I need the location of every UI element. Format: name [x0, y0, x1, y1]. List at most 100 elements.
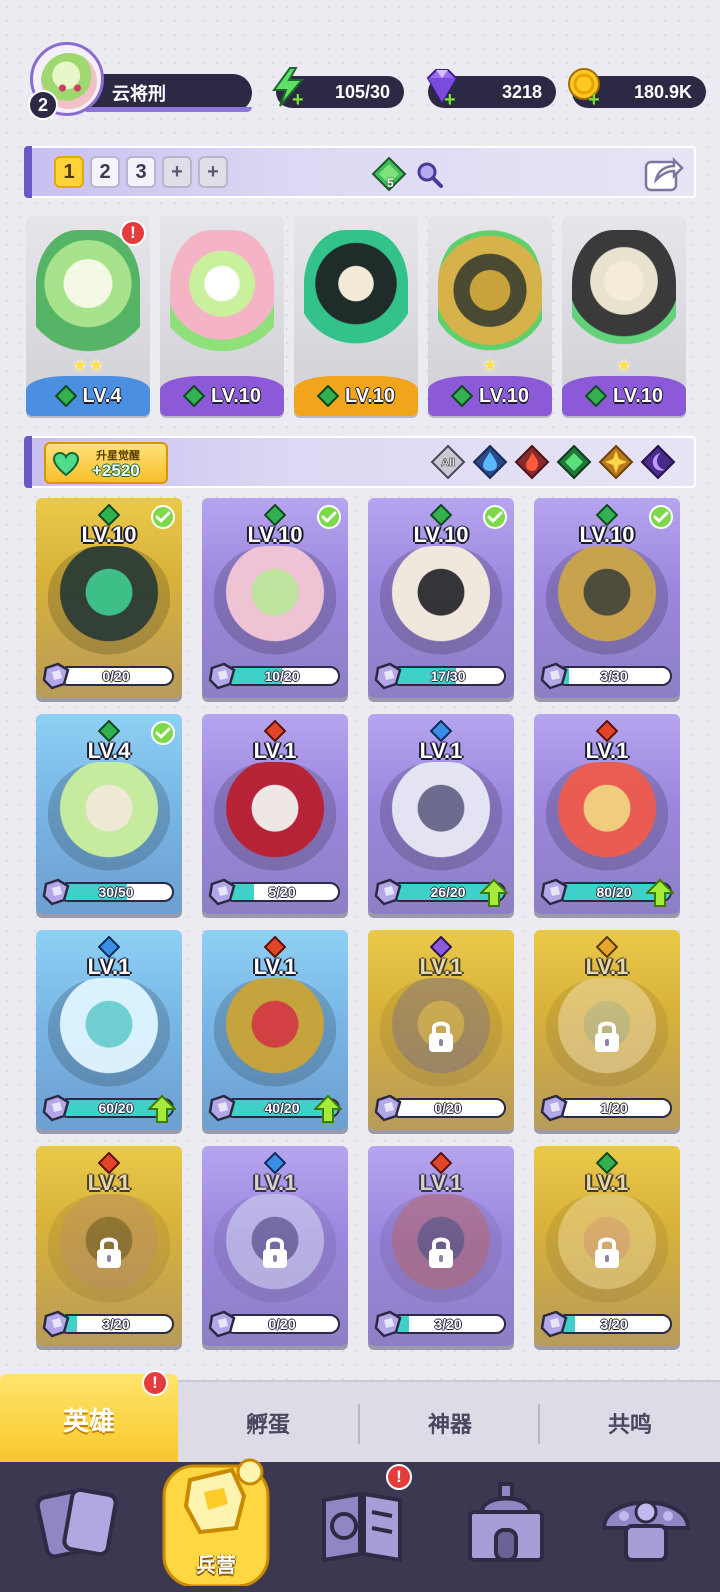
hero-card[interactable]: LV.4 30/50	[36, 714, 182, 914]
filter-water-icon[interactable]	[472, 444, 508, 480]
gold-plus-icon[interactable]: +	[588, 90, 604, 110]
shard-progress-bar: 1/20	[556, 1098, 672, 1118]
team-tab-2[interactable]: 2	[90, 156, 120, 188]
hero-card[interactable]: LV.1 60/20	[36, 930, 182, 1130]
check-icon	[317, 505, 341, 529]
filter-light-icon[interactable]	[598, 444, 634, 480]
lineup-slot-5[interactable]: ★ LV.10	[562, 216, 686, 416]
shard-icon	[208, 1310, 236, 1338]
hero-card[interactable]: LV.1 3/20	[36, 1146, 182, 1346]
map-alert-badge: !	[386, 1464, 412, 1490]
team-add-button-2[interactable]: +	[198, 156, 228, 188]
shard-count: 30/50	[98, 884, 134, 900]
nav-mushroom-house[interactable]	[596, 1472, 696, 1572]
hero-portrait	[36, 230, 140, 364]
tab-artifacts[interactable]: 神器	[360, 1382, 540, 1464]
upgrade-arrow-icon[interactable]	[646, 878, 674, 908]
filter-dark-icon[interactable]	[640, 444, 676, 480]
lineup-level: LV.10	[344, 384, 396, 407]
hero-card[interactable]: LV.1 80/20	[534, 714, 680, 914]
gold-counter[interactable]: + 180.9K	[568, 68, 706, 110]
nav-cards[interactable]	[28, 1472, 128, 1572]
check-icon	[483, 505, 507, 529]
filter-fire-icon[interactable]	[514, 444, 550, 480]
shard-icon	[374, 1310, 402, 1338]
upgrade-arrow-icon[interactable]	[148, 1094, 176, 1124]
alert-badge: !	[120, 220, 146, 246]
filter-all-icon[interactable]: All	[430, 444, 466, 480]
hero-level: LV.1	[419, 954, 463, 979]
hero-card[interactable]: LV.1 0/20	[368, 930, 514, 1130]
lock-icon	[595, 1237, 619, 1268]
shard-progress-bar: 0/20	[224, 1314, 340, 1334]
gem-plus-icon[interactable]: +	[444, 90, 460, 110]
hero-level: LV.1	[253, 954, 297, 979]
shard-icon	[42, 1094, 70, 1122]
team-add-button-1[interactable]: +	[162, 156, 192, 188]
player-name[interactable]: 云将刑	[86, 74, 252, 112]
shard-icon	[540, 878, 568, 906]
upgrade-arrow-icon[interactable]	[480, 878, 508, 908]
lineup-slot-2[interactable]: LV.10	[160, 216, 284, 416]
shard-count: 3/30	[600, 668, 628, 684]
lineup-slot-3[interactable]: LV.10	[294, 216, 418, 416]
hero-card[interactable]: LV.10 0/20	[36, 498, 182, 698]
share-icon[interactable]	[642, 152, 684, 194]
check-icon	[649, 505, 673, 529]
nav-map[interactable]: !	[312, 1464, 412, 1572]
magnifier-icon[interactable]	[415, 160, 445, 190]
team-tab-3[interactable]: 3	[126, 156, 156, 188]
filter-nature-icon[interactable]	[556, 444, 592, 480]
hero-card[interactable]: LV.1 0/20	[202, 1146, 348, 1346]
lineup-slot-4[interactable]: ★ LV.10	[428, 216, 552, 416]
shard-icon	[208, 662, 236, 690]
hero-portrait	[380, 762, 502, 872]
hero-level: LV.1	[419, 738, 463, 763]
shard-progress-bar: 3/30	[556, 666, 672, 686]
team-tabs: 1 2 3 + +	[54, 156, 228, 188]
hero-portrait	[48, 762, 170, 872]
star-rating: ★	[615, 355, 633, 375]
hero-card[interactable]: LV.10 10/20	[202, 498, 348, 698]
filter-all-label: All	[441, 457, 455, 469]
hero-card[interactable]: LV.10 17/30	[368, 498, 514, 698]
energy-plus-icon[interactable]: +	[292, 90, 308, 110]
sub-tabs: 英雄 ! 孵蛋 神器 共鸣	[0, 1370, 720, 1464]
check-icon	[151, 505, 175, 529]
shard-icon	[42, 878, 70, 906]
hero-portrait	[380, 546, 502, 656]
shard-icon	[374, 1094, 402, 1122]
lineup-level: LV.10	[210, 384, 262, 407]
lineup-slot-1[interactable]: ★★ LV.4 !	[26, 216, 150, 416]
hero-card[interactable]: LV.1 1/20	[534, 930, 680, 1130]
gem-counter[interactable]: + 3218	[426, 69, 556, 110]
team-power[interactable]: 5	[371, 154, 461, 194]
team-bar: 1 2 3 + + 5	[24, 146, 696, 198]
hero-portrait	[48, 978, 170, 1088]
hero-card[interactable]: LV.10 3/30	[534, 498, 680, 698]
hero-portrait	[546, 546, 668, 656]
nature-element-icon	[54, 385, 77, 407]
cards-icon	[35, 1487, 118, 1559]
nav-castle[interactable]	[456, 1472, 556, 1572]
hero-card[interactable]: LV.1 26/20	[368, 714, 514, 914]
nav-barracks[interactable]: 兵营	[158, 1436, 274, 1588]
hero-portrait	[546, 762, 668, 872]
nature-element-icon	[450, 385, 473, 407]
awaken-button[interactable]: 升星觉醒 +2520	[44, 442, 168, 484]
mushroom-house-icon	[601, 1500, 691, 1562]
hero-card[interactable]: LV.1 5/20	[202, 714, 348, 914]
shard-progress-bar: 17/30	[390, 666, 506, 686]
upgrade-arrow-icon[interactable]	[314, 1094, 342, 1124]
shard-count: 0/20	[434, 1100, 462, 1116]
hero-card[interactable]: LV.1 3/20	[368, 1146, 514, 1346]
hero-card[interactable]: LV.1 3/20	[534, 1146, 680, 1346]
shard-count: 10/20	[264, 668, 300, 684]
energy-counter[interactable]: + 105/30	[272, 67, 404, 110]
hero-card[interactable]: LV.1 40/20	[202, 930, 348, 1130]
tab-resonance[interactable]: 共鸣	[540, 1382, 720, 1464]
bottom-nav: 兵营 !	[0, 1458, 720, 1592]
team-tab-1[interactable]: 1	[54, 156, 84, 188]
energy-value: 105/30	[334, 81, 390, 102]
filter-bar: 升星觉醒 +2520 All	[24, 436, 696, 488]
